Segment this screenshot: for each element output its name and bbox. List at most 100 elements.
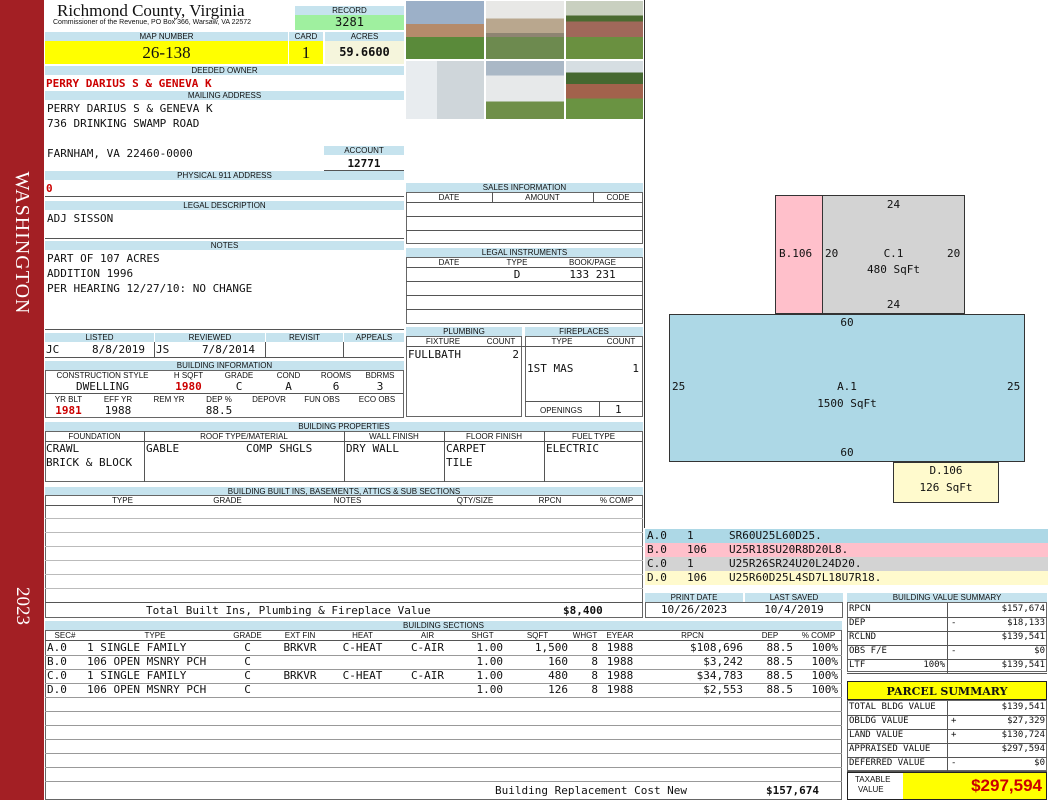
revisit-header: REVISIT (266, 333, 343, 342)
section-cell: A.0 (47, 641, 67, 654)
listed-by: JC (46, 343, 60, 356)
print-date-header: PRINT DATE (645, 593, 743, 602)
bvs-sign: - (951, 618, 957, 628)
legal-header: LEGAL DESCRIPTION (45, 201, 404, 210)
c-right: 20 (947, 247, 961, 260)
fireplaces-header: FIREPLACES (525, 327, 643, 336)
row-line (45, 711, 842, 712)
section-cell: 88.5 (766, 669, 794, 682)
bvs-value: $139,541 (1001, 632, 1045, 642)
section-cell: 480 (548, 669, 568, 682)
section-cell: 126 (548, 683, 568, 696)
house-photo (405, 60, 485, 120)
bldg-info-header: BUILDING INFORMATION (45, 361, 404, 370)
legal-inst-header: LEGAL INSTRUMENTS (406, 248, 643, 257)
rcn-total: $157,674 (766, 784, 819, 797)
section-cell: 1.00 (476, 683, 504, 696)
legal-value: ADJ SISSON (47, 212, 114, 225)
bvs-pct: 100% (923, 660, 945, 670)
mailing-line1: PERRY DARIUS S & GENEVA K (47, 102, 213, 115)
row-line (45, 725, 842, 726)
bvs-value: $0 (1034, 646, 1045, 656)
listed-header: LISTED (45, 333, 154, 342)
dates-box (645, 602, 843, 618)
bvs-key: RPCN (849, 604, 871, 614)
section-cell: 100% (811, 655, 839, 668)
bvs-key: RCLND (849, 632, 877, 642)
section-cell: $34,783 (696, 669, 743, 682)
section-cell: 100% (811, 641, 839, 654)
last-saved-header: LAST SAVED (745, 593, 843, 602)
parcel-key: LAND VALUE (849, 730, 904, 740)
property-photos (405, 0, 644, 120)
plumbing-header: PLUMBING (406, 327, 522, 336)
record-value: 3281 (295, 15, 404, 30)
parcel-value: $27,329 (1007, 716, 1045, 726)
row-line (45, 739, 842, 740)
house-photo (565, 60, 644, 120)
code-sec: C.0 (647, 557, 667, 570)
section-cell: $3,242 (703, 655, 743, 668)
sections-header: BUILDING SECTIONS (45, 621, 842, 630)
house-photo (485, 0, 565, 60)
section-cell: 106 OPEN MSNRY PCH (87, 683, 207, 696)
sales-header: SALES INFORMATION (406, 183, 643, 192)
code-sec: D.0 (647, 571, 667, 584)
section-cell: BRKVR (283, 669, 317, 682)
parcel-value: $139,541 (1001, 702, 1045, 712)
section-cell: BRKVR (283, 641, 317, 654)
mailing-header: MAILING ADDRESS (45, 91, 404, 100)
row-line (45, 697, 842, 698)
code-sec: B.0 (647, 543, 667, 556)
address911-header: PHYSICAL 911 ADDRESS (45, 171, 404, 180)
section-cell: 8 (591, 655, 598, 668)
acres-header: ACRES (325, 32, 404, 41)
taxable-value: $297,594 (903, 773, 1046, 799)
section-cell: $2,553 (703, 683, 743, 696)
parcel-value: $297,594 (1001, 744, 1045, 754)
map-header: MAP NUMBER (45, 32, 288, 41)
section-cell: 8 (591, 683, 598, 696)
code-type: 1 (687, 529, 694, 542)
d-area: 126 SqFt (919, 481, 973, 494)
address911-value: 0 (46, 182, 53, 195)
parcel-summary-header: PARCEL SUMMARY (847, 681, 1047, 700)
props-header: BUILDING PROPERTIES (45, 422, 643, 431)
parcel-sign: + (951, 716, 957, 726)
a-area: 1500 SqFt (817, 397, 877, 410)
county-title: Richmond County, Virginia (57, 1, 245, 20)
notes-line: ADDITION 1996 (47, 267, 134, 280)
code-path: U25R26SR24U20L24D20. (729, 557, 862, 570)
section-cell: C (244, 683, 251, 696)
owner-header: DEEDED OWNER (45, 66, 404, 75)
section-cell: 1988 (606, 655, 634, 668)
house-photo (405, 0, 485, 60)
code-type: 1 (687, 557, 694, 570)
c-area: 480 SqFt (867, 263, 920, 276)
bvs-key: OBS F/E (849, 646, 887, 656)
code-type: 106 (687, 543, 707, 556)
bvs-key: LTF (849, 660, 866, 670)
notes-line: PER HEARING 12/27/10: NO CHANGE (47, 282, 253, 295)
section-cell: C (244, 669, 251, 682)
code-path: SR60U25L60D25. (729, 529, 822, 542)
bvs-value: $139,541 (1001, 660, 1045, 670)
section-cell: C (244, 655, 251, 668)
taxable-label: VALUE (858, 785, 884, 794)
fireplaces-table (525, 336, 643, 417)
card-header: CARD (289, 32, 323, 41)
section-cell: B.0 (47, 655, 67, 668)
parcel-key: OBLDG VALUE (849, 716, 909, 726)
section-cell: 100% (811, 683, 839, 696)
section-cell: D.0 (47, 683, 67, 696)
plumbing-table (406, 336, 522, 417)
taxable-label: TAXABLE (855, 775, 891, 784)
appeals-header: APPEALS (344, 333, 404, 342)
section-cell: 1.00 (476, 655, 504, 668)
a-top: 60 (840, 316, 854, 329)
reviewed-date: 7/8/2014 (202, 343, 255, 356)
section-cell: 1988 (606, 683, 634, 696)
section-cell: C-HEAT (342, 669, 383, 682)
d-label: D.106 (929, 464, 963, 477)
parcel-key: TOTAL BLDG VALUE (849, 702, 936, 712)
